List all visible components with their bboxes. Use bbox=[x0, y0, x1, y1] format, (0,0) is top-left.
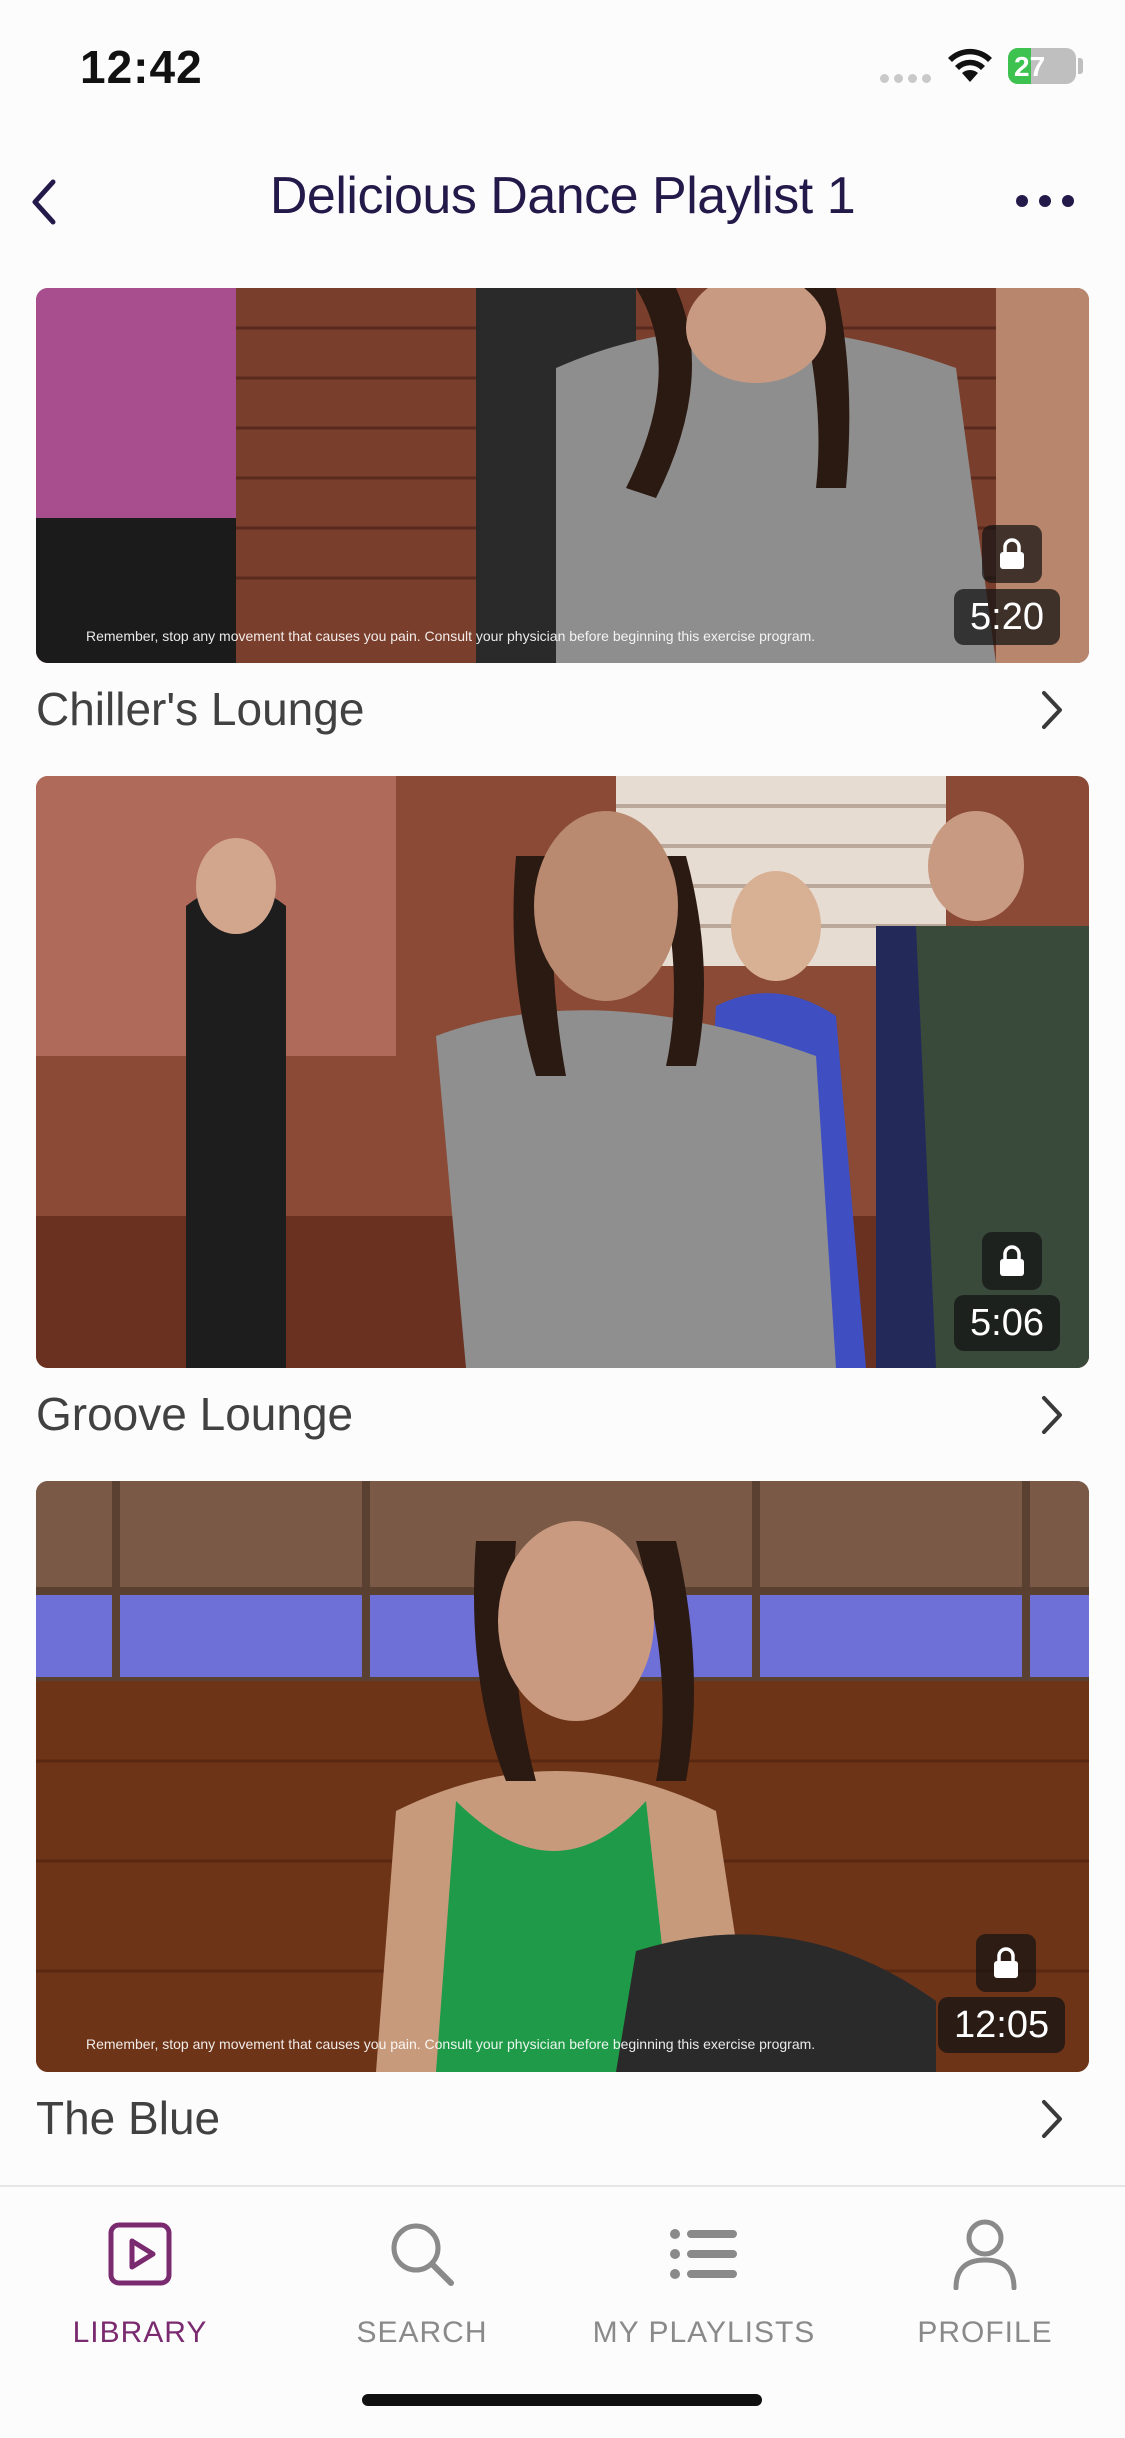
safety-disclaimer: Remember, stop any movement that causes … bbox=[86, 628, 816, 644]
thumbnail-image bbox=[36, 776, 1089, 1368]
chevron-right-icon[interactable] bbox=[1030, 684, 1074, 736]
tab-library[interactable]: LIBRARY bbox=[0, 2210, 280, 2350]
tab-search[interactable]: SEARCH bbox=[282, 2210, 562, 2350]
video-thumbnail[interactable]: Remember, stop any movement that causes … bbox=[36, 288, 1089, 663]
tab-label: SEARCH bbox=[356, 2316, 488, 2349]
list-icon bbox=[670, 2229, 737, 2279]
video-title[interactable]: Groove Lounge bbox=[36, 1387, 353, 1441]
person-icon bbox=[953, 2219, 1017, 2290]
video-duration: 5:20 bbox=[954, 589, 1060, 645]
video-title[interactable]: The Blue bbox=[36, 2091, 220, 2145]
tab-label: MY PLAYLISTS bbox=[592, 2316, 816, 2349]
tab-profile[interactable]: PROFILE bbox=[845, 2210, 1125, 2350]
status-time: 12:42 bbox=[80, 41, 203, 93]
video-duration: 5:06 bbox=[954, 1295, 1060, 1351]
back-button[interactable] bbox=[14, 172, 74, 232]
video-thumbnail[interactable]: Remember, stop any movement that causes … bbox=[36, 1481, 1089, 2072]
page-title: Delicious Dance Playlist 1 bbox=[269, 167, 856, 225]
video-title[interactable]: Chiller's Lounge bbox=[36, 682, 364, 736]
chevron-right-icon[interactable] bbox=[1030, 1389, 1074, 1441]
chevron-right-icon[interactable] bbox=[1030, 2093, 1074, 2145]
lock-icon bbox=[976, 1934, 1036, 1992]
safety-disclaimer: Remember, stop any movement that causes … bbox=[86, 2036, 816, 2052]
thumbnail-image bbox=[36, 1481, 1089, 2072]
lock-icon bbox=[982, 1232, 1042, 1290]
battery-level: 27 bbox=[1014, 51, 1046, 82]
tab-label: PROFILE bbox=[917, 2316, 1053, 2349]
ellipsis-icon bbox=[1016, 195, 1028, 207]
more-options-button[interactable] bbox=[1005, 176, 1085, 226]
video-duration: 12:05 bbox=[938, 1997, 1066, 2053]
thumbnail-image bbox=[36, 288, 1089, 663]
battery-tip bbox=[1078, 58, 1083, 74]
chevron-left-icon bbox=[32, 179, 56, 225]
cellular-signal-icon bbox=[880, 74, 932, 86]
play-square-icon bbox=[108, 2222, 172, 2286]
tab-label: LIBRARY bbox=[72, 2316, 208, 2349]
wifi-icon bbox=[946, 46, 994, 89]
tab-my-playlists[interactable]: MY PLAYLISTS bbox=[564, 2210, 844, 2350]
video-thumbnail[interactable]: 5:06 bbox=[36, 776, 1089, 1368]
home-indicator bbox=[362, 2394, 762, 2406]
battery-charging-icon: 27 bbox=[1008, 48, 1076, 84]
search-icon bbox=[391, 2223, 454, 2286]
lock-icon bbox=[982, 525, 1042, 583]
